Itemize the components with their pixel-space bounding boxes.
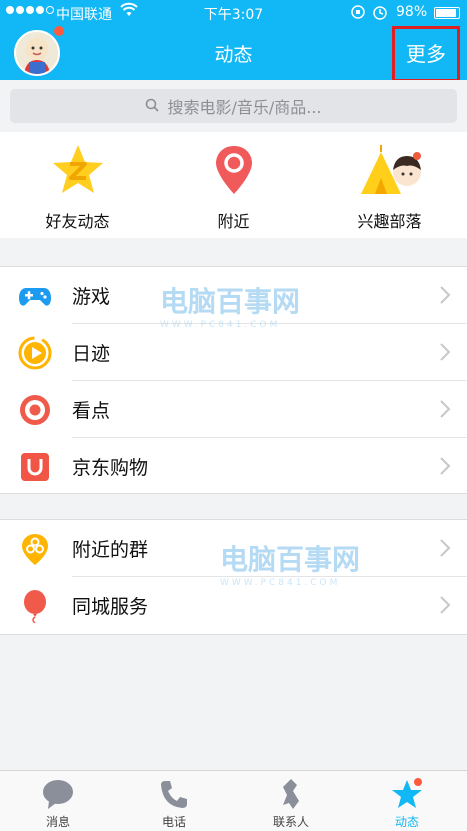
quick-item-label: 好友动态	[45, 212, 110, 231]
services-list: 游戏 日迹 看点 京东购物	[0, 266, 467, 494]
balloon-icon	[18, 589, 52, 624]
tab-feed[interactable]: 动态	[349, 777, 465, 830]
list-item-label: 京东购物	[72, 457, 149, 479]
phone-icon	[156, 777, 192, 811]
list-item-label: 附近的群	[72, 539, 149, 561]
search-placeholder: 搜索电影/音乐/商品...	[167, 98, 322, 117]
battery-icon	[434, 7, 460, 19]
search-area: 搜索电影/音乐/商品...	[0, 80, 467, 132]
lock-rotation-icon	[350, 3, 390, 25]
list-item-label: 看点	[72, 400, 111, 422]
tab-phone[interactable]: 电话	[116, 777, 232, 830]
tab-bar: 消息 电话 联系人 动态	[0, 770, 467, 831]
qzone-star-icon	[50, 142, 106, 198]
tab-messages[interactable]: 消息	[0, 777, 116, 830]
list-item-label: 游戏	[72, 286, 111, 308]
more-button[interactable]: 更多	[392, 26, 460, 82]
list-item-jd-shopping[interactable]: 京东购物	[0, 438, 467, 495]
tab-label: 动态	[394, 815, 419, 829]
play-circle-icon	[18, 336, 52, 370]
tab-label: 电话	[161, 815, 186, 829]
status-bar: 中国联通 下午3:07 98%	[0, 0, 467, 26]
shopping-bag-icon	[18, 450, 52, 484]
chevron-right-icon	[439, 342, 451, 362]
quick-item-friend-feed[interactable]: 好友动态	[0, 142, 155, 232]
search-icon	[145, 97, 160, 116]
quick-item-label: 兴趣部落	[357, 212, 422, 231]
list-item-city-services[interactable]: 同城服务	[0, 577, 467, 634]
quick-item-nearby[interactable]: 附近	[156, 142, 311, 232]
list-item-highlights[interactable]: 看点	[0, 381, 467, 438]
quick-item-interest-tribe[interactable]: 兴趣部落	[312, 142, 467, 232]
battery-percent: 98%	[396, 4, 428, 20]
contacts-icon	[273, 777, 309, 811]
nav-bar: 动态 更多	[0, 26, 467, 82]
tab-label: 联系人	[272, 815, 309, 829]
avatar-notification-dot	[54, 26, 64, 36]
star-feed-icon	[389, 777, 425, 811]
quick-item-label: 附近	[217, 212, 250, 231]
chevron-right-icon	[439, 456, 451, 476]
list-item-daily-trace[interactable]: 日迹	[0, 324, 467, 381]
nearby-group-icon	[18, 532, 52, 566]
list-item-label: 同城服务	[72, 596, 149, 618]
local-services-list: 附近的群 同城服务	[0, 519, 467, 635]
tribe-tent-icon	[360, 142, 421, 198]
chevron-right-icon	[439, 399, 451, 419]
quick-entries: 好友动态 附近 兴趣部落	[0, 132, 467, 238]
tab-label: 消息	[45, 815, 70, 829]
gamepad-icon	[18, 279, 52, 313]
chat-bubble-icon	[40, 777, 76, 811]
eye-circle-icon	[18, 393, 52, 427]
list-item-games[interactable]: 游戏	[0, 267, 467, 324]
list-item-nearby-groups[interactable]: 附近的群	[0, 520, 467, 577]
list-item-label: 日迹	[72, 343, 111, 365]
location-pin-icon	[206, 142, 262, 198]
search-input[interactable]: 搜索电影/音乐/商品...	[10, 89, 457, 123]
chevron-right-icon	[439, 285, 451, 305]
chevron-right-icon	[439, 538, 451, 558]
tab-contacts[interactable]: 联系人	[233, 777, 349, 830]
chevron-right-icon	[439, 595, 451, 615]
